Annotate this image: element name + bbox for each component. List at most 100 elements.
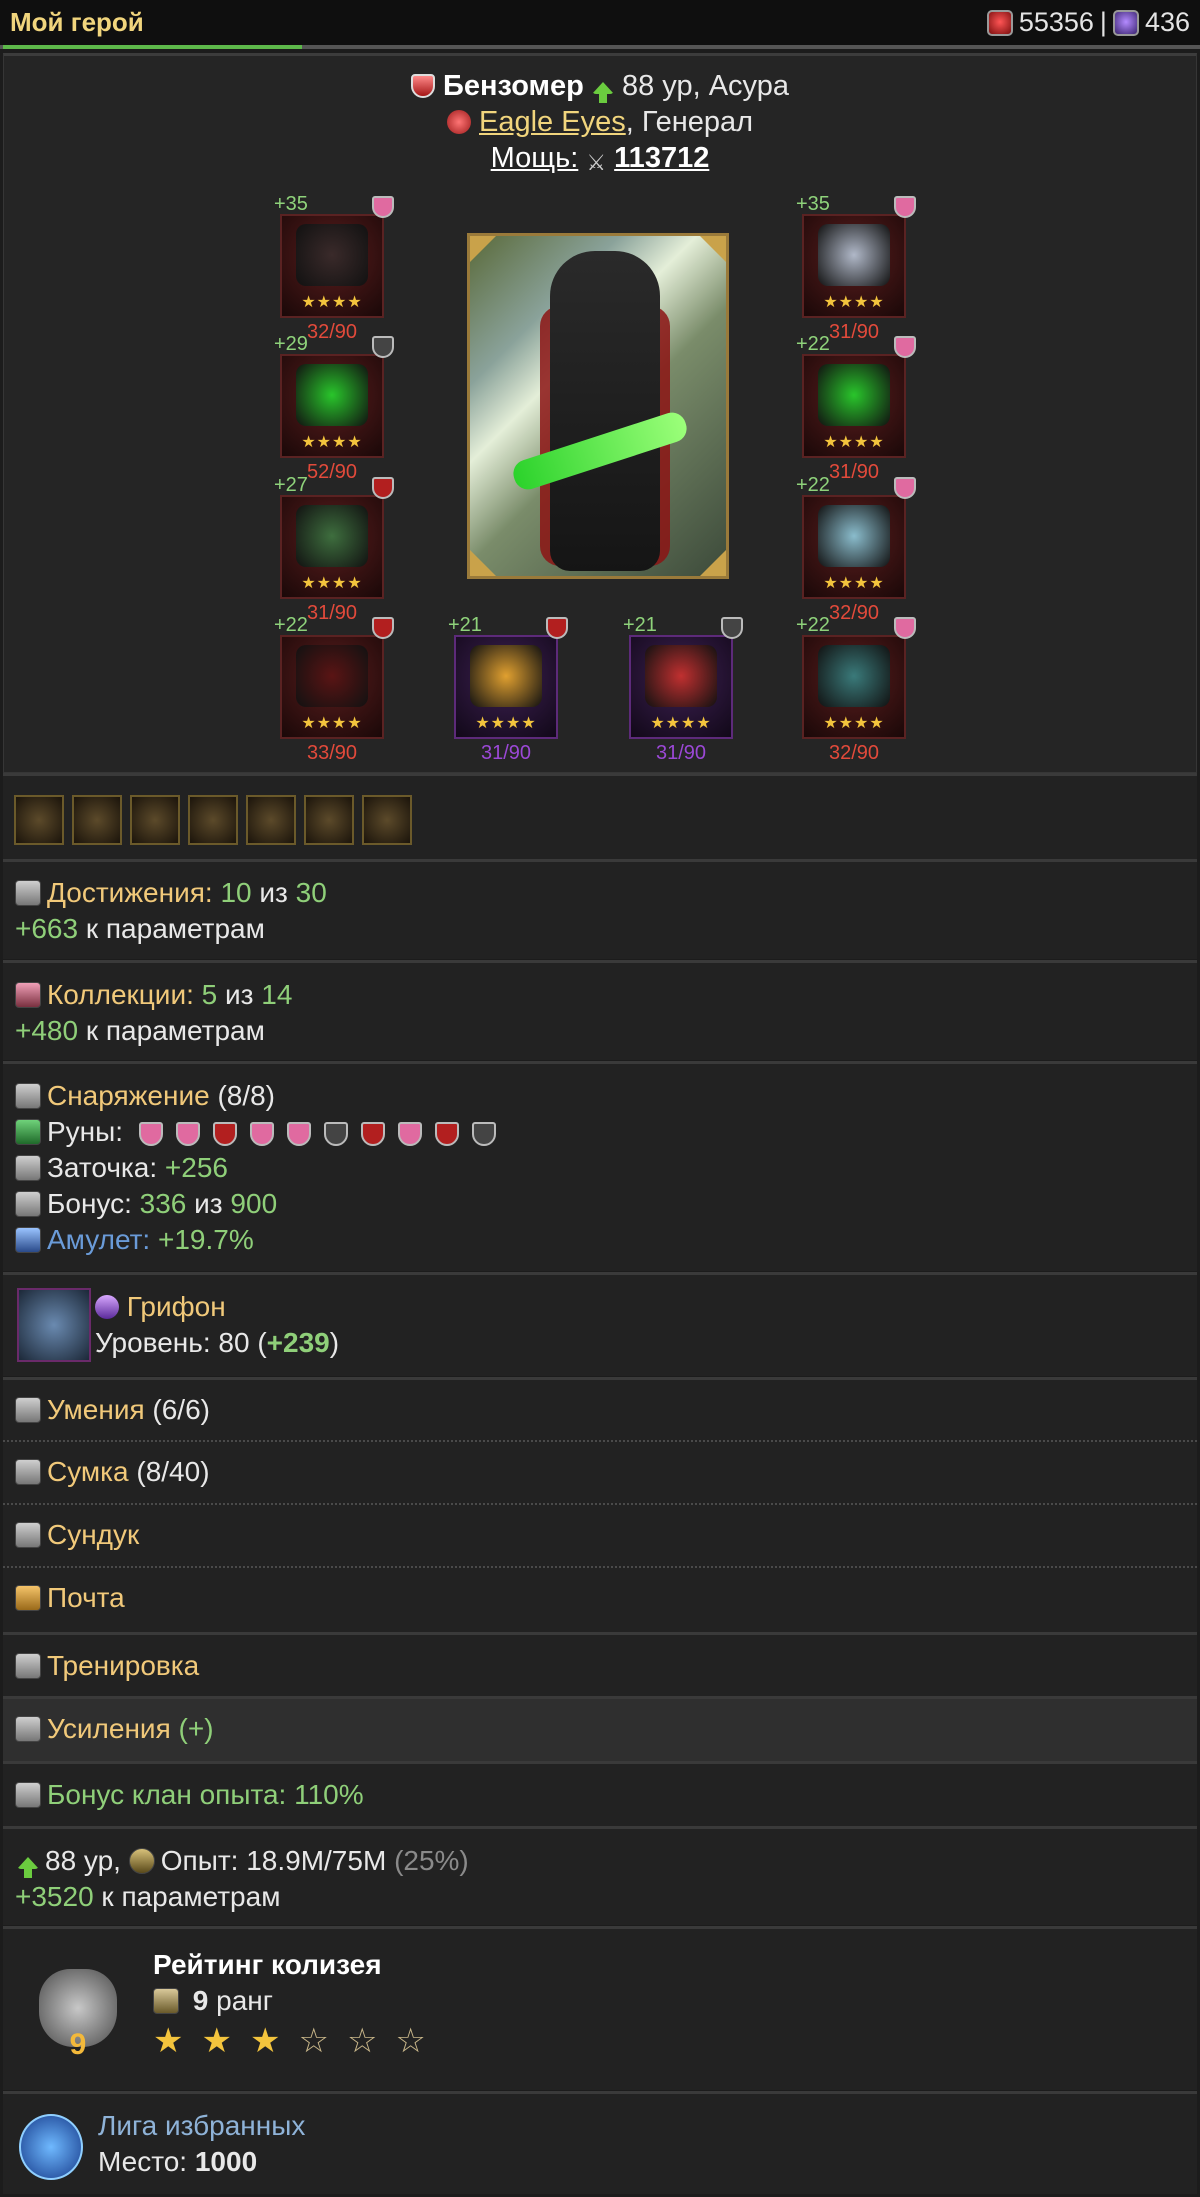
rune-badge-icon — [372, 617, 394, 639]
item-icon — [645, 645, 717, 707]
buff-icon[interactable] — [14, 795, 64, 845]
clan-link[interactable]: Eagle Eyes — [479, 106, 626, 138]
item-stars: ★★★★ — [823, 715, 885, 732]
item-stars: ★★★★ — [301, 294, 363, 311]
item-stars: ★★★★ — [823, 575, 885, 592]
rune-badge-icon — [894, 617, 916, 639]
achievements-row[interactable]: Достижения: 10 из 30 +663 к параметрам — [3, 859, 1197, 959]
buff-icon[interactable] — [246, 795, 296, 845]
skills-row[interactable]: Умения (6/6) — [3, 1377, 1197, 1440]
experience-icon — [128, 1848, 155, 1874]
rune-icon — [471, 1122, 496, 1146]
slot-plus-level: +29 — [274, 333, 308, 355]
crystal-amount: 436 — [1144, 7, 1190, 37]
clan-bonus-icon — [15, 1782, 41, 1808]
ruby-amount: 55356 — [1018, 7, 1094, 37]
rune-icon — [397, 1122, 422, 1146]
sharpen-icon — [15, 1155, 41, 1181]
buff-icon[interactable] — [188, 795, 238, 845]
item-icon — [818, 224, 890, 286]
item-stars: ★★★★ — [650, 715, 712, 732]
pet-rarity-icon — [95, 1295, 119, 1319]
mail-icon — [15, 1585, 41, 1611]
clan-emblem-icon — [446, 110, 471, 134]
hero-class-icon — [410, 74, 435, 98]
rune-badge-icon — [721, 617, 743, 639]
buff-icon[interactable] — [304, 795, 354, 845]
boosts-row[interactable]: Усиления (+) — [3, 1696, 1197, 1761]
runes-icon — [15, 1119, 41, 1145]
collections-row[interactable]: Коллекции: 5 из 14 +480 к параметрам — [3, 960, 1197, 1060]
hero-clan-line: Eagle Eyes, Генерал — [4, 104, 1196, 140]
pet-name: Грифон — [126, 1291, 226, 1322]
rune-list — [138, 1122, 496, 1146]
hero-power-line[interactable]: Мощь: ⚔ 113712 — [4, 140, 1196, 181]
rune-badge-icon — [372, 336, 394, 358]
item-icon — [296, 645, 368, 707]
amulet-icon — [15, 1227, 41, 1253]
equipment-item[interactable]: ★★★★ — [454, 635, 558, 739]
star-empty-icon: ☆ — [298, 2022, 329, 2060]
slot-plus-level: +22 — [796, 614, 830, 636]
achievements-label: Достижения: — [47, 877, 213, 908]
buff-icon[interactable] — [72, 795, 122, 845]
colosseum-row[interactable]: 9 Рейтинг колизея 9 ранг ★ ★ ★ ☆ ☆ ☆ — [3, 1926, 1197, 2090]
item-stars: ★★★★ — [823, 434, 885, 451]
league-icon — [19, 2114, 83, 2180]
swords-icon: ⚔ — [586, 150, 607, 175]
item-icon — [296, 505, 368, 567]
equipment-item[interactable]: ★★★★ — [629, 635, 733, 739]
slot-count: 33/90 — [306, 742, 358, 764]
mail-row[interactable]: Почта — [3, 1566, 1197, 1632]
equipment-item[interactable]: ★★★★ — [802, 214, 906, 318]
item-stars: ★★★★ — [301, 715, 363, 732]
level-icon — [17, 1857, 39, 1878]
ruby-icon — [986, 9, 1013, 36]
rune-icon — [212, 1122, 237, 1146]
clan-rank: , Генерал — [625, 106, 754, 138]
slot-plus-level: +21 — [448, 614, 482, 636]
buff-icon[interactable] — [130, 795, 180, 845]
bag-row[interactable]: Сумка (8/40) — [3, 1440, 1197, 1503]
pet-portrait — [17, 1288, 91, 1362]
rune-icon — [175, 1122, 200, 1146]
pet-row[interactable]: Грифон Уровень: 80 (+239) — [3, 1272, 1197, 1376]
hero-level-race: 88 ур, Асура — [621, 70, 789, 102]
item-stars: ★★★★ — [475, 715, 537, 732]
league-row[interactable]: Лига избранных Место: 1000 — [3, 2091, 1197, 2194]
equipment-item[interactable]: ★★★★ — [802, 495, 906, 599]
clan-bonus-row[interactable]: Бонус клан опыта: 110% — [3, 1761, 1197, 1826]
chest-row[interactable]: Сундук — [3, 1503, 1197, 1566]
star-empty-icon: ☆ — [395, 2022, 426, 2060]
slot-plus-level: +21 — [623, 614, 657, 636]
star-filled-icon: ★ — [249, 2022, 281, 2060]
buff-icon[interactable] — [362, 795, 412, 845]
hero-header: Бензомер 88 ур, Асура Eagle Eyes, Генера… — [4, 68, 1196, 181]
item-stars: ★★★★ — [301, 575, 363, 592]
rune-badge-icon — [372, 196, 394, 218]
hero-portrait[interactable] — [467, 233, 729, 579]
colosseum-stars: ★ ★ ★ ☆ ☆ ☆ — [153, 2023, 1197, 2059]
chest-icon — [15, 1522, 41, 1548]
item-icon — [818, 505, 890, 567]
achievements-icon — [15, 880, 41, 906]
rank-icon — [153, 1988, 179, 2014]
top-bar: Мой герой 55356 | 436 — [0, 0, 1200, 49]
power-value: 113712 — [614, 142, 710, 174]
boosts-icon — [15, 1716, 41, 1742]
rune-icon — [138, 1122, 163, 1146]
equipment-item[interactable]: ★★★★ — [280, 354, 384, 458]
equipment-item[interactable]: ★★★★ — [802, 635, 906, 739]
rune-badge-icon — [894, 336, 916, 358]
equipment-item[interactable]: ★★★★ — [280, 635, 384, 739]
training-row[interactable]: Тренировка — [3, 1632, 1197, 1696]
equipment-item[interactable]: ★★★★ — [280, 214, 384, 318]
gear-row[interactable]: Снаряжение (8/8) Руны: Заточка: +256 Бон… — [3, 1061, 1197, 1271]
page-title: Мой герой — [10, 7, 144, 37]
level-row[interactable]: 88 ур, Опыт: 18.9M/75M (25%) +3520 к пар… — [3, 1826, 1197, 1925]
equipment-item[interactable]: ★★★★ — [280, 495, 384, 599]
slot-plus-level: +35 — [274, 193, 308, 215]
item-icon — [818, 364, 890, 426]
rune-icon — [249, 1122, 274, 1146]
equipment-item[interactable]: ★★★★ — [802, 354, 906, 458]
